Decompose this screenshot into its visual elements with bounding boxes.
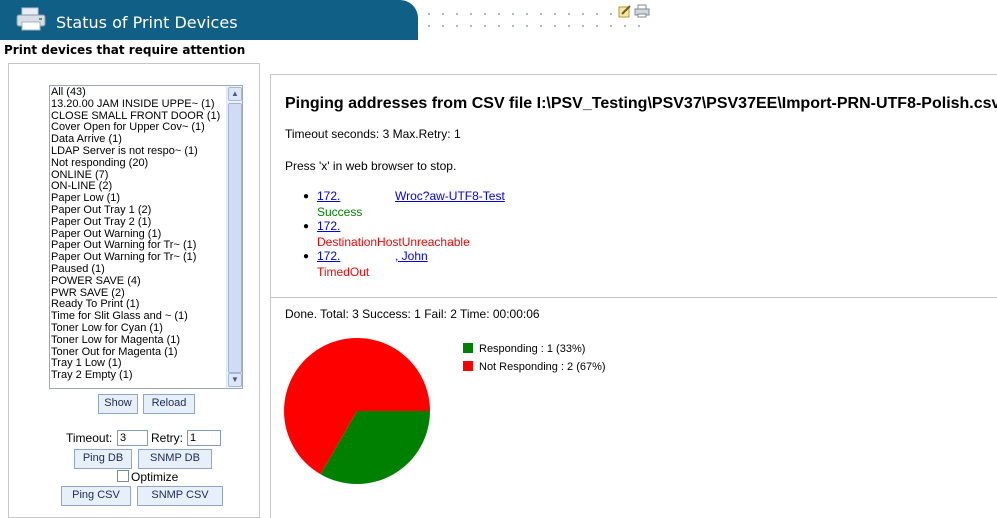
page-title: Status of Print Devices (56, 13, 238, 32)
scroll-thumb[interactable] (228, 103, 242, 373)
list-item[interactable]: Paused (1) (50, 263, 228, 276)
list-item[interactable]: Not responding (20) (50, 157, 228, 170)
reload-button[interactable]: Reload (143, 394, 195, 414)
optimize-checkbox[interactable] (117, 470, 129, 482)
timeout-label: Timeout: (66, 431, 113, 445)
result-name-link[interactable] (395, 219, 429, 233)
bullet-icon: ● (303, 191, 310, 202)
ping-db-button[interactable]: Ping DB (74, 449, 132, 469)
show-button[interactable]: Show (98, 394, 138, 414)
result-ip-link[interactable]: 172. (317, 249, 393, 263)
stop-hint: Press 'x' in web browser to stop. (285, 159, 457, 173)
printer-icon (16, 7, 46, 31)
list-item[interactable]: Toner Low for Cyan (1) (50, 322, 228, 335)
toolbar-icons (618, 4, 650, 18)
result-status-fail: DestinationHostUnreachable (317, 235, 470, 249)
legend-item: Not Responding : 2 (67%) (463, 361, 606, 379)
snmp-db-button[interactable]: SNMP DB (138, 449, 212, 469)
edit-icon[interactable] (618, 5, 631, 18)
legend-label: Not Responding : 2 (67%) (479, 361, 606, 373)
listbox-items: All (43) 13.20.00 JAM INSIDE UPPE~ (1) CLO… (50, 86, 228, 382)
result-ip-link[interactable]: 172. (317, 189, 393, 203)
legend-label: Responding : 1 (33%) (479, 343, 586, 355)
legend-item: Responding : 1 (33%) (463, 343, 606, 361)
legend-swatch (463, 361, 473, 371)
legend-swatch (463, 343, 473, 353)
summary-line: Done. Total: 3 Success: 1 Fail: 2 Time: … (285, 307, 540, 321)
list-item[interactable]: POWER SAVE (4) (50, 275, 228, 288)
snmp-csv-button[interactable]: SNMP CSV (137, 486, 223, 506)
list-item[interactable]: Toner Low for Magenta (1) (50, 334, 228, 347)
divider (271, 297, 997, 298)
result-name-link[interactable]: , John (395, 249, 469, 263)
filter-panel: All (43) 13.20.00 JAM INSIDE UPPE~ (1) CLO… (8, 63, 260, 518)
header-banner: Status of Print Devices (0, 0, 418, 40)
print-icon[interactable] (634, 4, 650, 18)
page-subtitle: Print devices that require attention (4, 43, 246, 57)
bullet-icon: ● (303, 251, 310, 262)
retry-input[interactable] (187, 430, 221, 446)
results-panel: Pinging addresses from CSV file I:\PSV_T… (270, 74, 997, 518)
list-item[interactable]: Paper Out Tray 2 (1) (50, 216, 228, 229)
status-listbox[interactable]: All (43) 13.20.00 JAM INSIDE UPPE~ (1) CLO… (49, 85, 243, 389)
banner-dots (418, 6, 648, 36)
response-pie-chart (284, 338, 430, 484)
results-title: Pinging addresses from CSV file I:\PSV_T… (285, 95, 997, 112)
list-item[interactable]: Paper Out Tray 1 (2) (50, 204, 228, 217)
list-item[interactable]: Tray 2 Empty (1) (50, 369, 228, 382)
timeout-info: Timeout seconds: 3 Max.Retry: 1 (285, 127, 461, 141)
listbox-scrollbar[interactable]: ▲ ▼ (226, 86, 242, 388)
result-ip-link[interactable]: 172. (317, 219, 393, 233)
ping-csv-button[interactable]: Ping CSV (61, 486, 131, 506)
result-status-fail: TimedOut (317, 265, 370, 279)
scroll-up-icon[interactable]: ▲ (228, 87, 242, 101)
list-item[interactable]: 13.20.00 JAM INSIDE UPPE~ (1) (50, 98, 228, 111)
result-status-success: Success (317, 205, 363, 219)
bullet-icon: ● (303, 221, 310, 232)
result-name-link[interactable]: Wroc?aw-UTF8-Test (395, 189, 505, 203)
scroll-down-icon[interactable]: ▼ (228, 373, 242, 387)
retry-label: Retry: (151, 431, 184, 445)
optimize-label: Optimize (131, 470, 179, 484)
pie-legend: Responding : 1 (33%) Not Responding : 2 (… (463, 343, 606, 379)
timeout-input[interactable] (117, 430, 148, 446)
list-item[interactable]: LDAP Server is not respo~ (1) (50, 145, 228, 158)
